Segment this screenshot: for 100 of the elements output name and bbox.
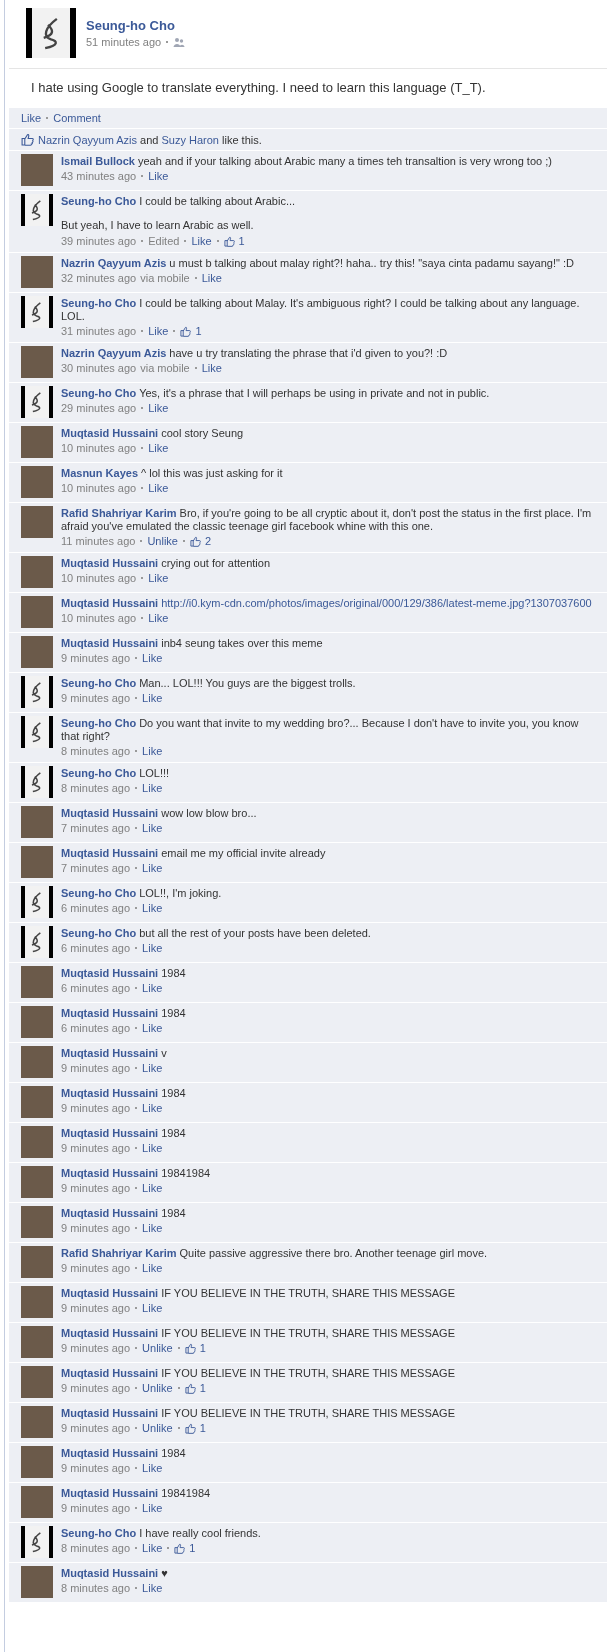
like-link[interactable]: Like [201, 271, 222, 285]
like-link[interactable]: Like [142, 1221, 163, 1235]
like-link[interactable]: Like [148, 481, 169, 495]
like-link[interactable]: Like [148, 571, 169, 585]
author-link[interactable]: Rafid Shahriyar Karim [61, 507, 177, 519]
author-link[interactable]: Muqtasid Hussaini [61, 1327, 159, 1339]
photo-placeholder[interactable] [21, 966, 53, 998]
like-link[interactable]: Like [142, 1501, 163, 1515]
photo-placeholder[interactable] [21, 1446, 53, 1478]
like-link[interactable]: Like [142, 1181, 163, 1195]
author-link[interactable]: Muqtasid Hussaini [61, 1167, 159, 1179]
photo-placeholder[interactable] [21, 1366, 53, 1398]
like-link[interactable]: Like [142, 1101, 163, 1115]
author-link[interactable]: Muqtasid Hussaini [61, 847, 159, 859]
author-link[interactable]: Masnun Kayes [61, 467, 139, 479]
photo-placeholder[interactable] [21, 1486, 53, 1518]
photo-placeholder[interactable] [21, 1086, 53, 1118]
author-link[interactable]: Muqtasid Hussaini [61, 1487, 159, 1499]
author-link[interactable]: Muqtasid Hussaini [61, 1447, 159, 1459]
photo-placeholder[interactable] [21, 596, 53, 628]
like-link[interactable]: Like [142, 651, 163, 665]
author-link[interactable]: Nazrin Qayyum Azis [61, 257, 167, 269]
author-link[interactable]: Muqtasid Hussaini [61, 967, 159, 979]
like-count[interactable]: 1 [199, 1341, 206, 1355]
avatar-image[interactable] [21, 296, 53, 328]
like-link[interactable]: Like [142, 1021, 163, 1035]
profile-link[interactable]: Suzy Haron [161, 133, 219, 146]
like-link[interactable]: Like [142, 1141, 163, 1155]
photo-placeholder[interactable] [21, 1206, 53, 1238]
photo-placeholder[interactable] [21, 346, 53, 378]
photo-placeholder[interactable] [21, 1326, 53, 1358]
author-link[interactable]: Muqtasid Hussaini [61, 1287, 159, 1299]
author-link[interactable]: Seung-ho Cho [61, 717, 137, 729]
avatar-image[interactable] [21, 676, 53, 708]
unlike-link[interactable]: Unlike [142, 1341, 173, 1355]
like-link[interactable]: Like [142, 744, 163, 758]
photo-placeholder[interactable] [21, 426, 53, 458]
like-link[interactable]: Like [148, 611, 169, 625]
author-link[interactable]: Muqtasid Hussaini [61, 557, 159, 569]
author-link[interactable]: Muqtasid Hussaini [61, 1407, 159, 1419]
unlike-link[interactable]: Unlike [147, 534, 178, 548]
photo-placeholder[interactable] [21, 1286, 53, 1318]
like-link[interactable]: Like [142, 981, 163, 995]
photo-placeholder[interactable] [21, 1046, 53, 1078]
avatar-image[interactable] [21, 766, 53, 798]
photo-placeholder[interactable] [21, 1166, 53, 1198]
author-link[interactable]: Muqtasid Hussaini [61, 597, 159, 609]
photo-placeholder[interactable] [21, 466, 53, 498]
author-link[interactable]: Seung-ho Cho [61, 887, 137, 899]
author-link[interactable]: Ismail Bullock [61, 155, 135, 167]
unlike-link[interactable]: Unlike [142, 1381, 173, 1395]
author-link[interactable]: Muqtasid Hussaini [61, 1007, 159, 1019]
like-link[interactable]: Like [142, 1581, 163, 1595]
like-link[interactable]: Like [21, 112, 42, 124]
photo-placeholder[interactable] [21, 806, 53, 838]
like-link[interactable]: Like [142, 1261, 163, 1275]
like-link[interactable]: Like [148, 441, 169, 455]
like-link[interactable]: Like [142, 691, 163, 705]
author-link[interactable]: Seung-ho Cho [61, 677, 137, 689]
like-link[interactable]: Like [142, 781, 163, 795]
author-link[interactable]: Seung-ho Cho [61, 387, 137, 399]
like-link[interactable]: Like [148, 324, 169, 338]
photo-placeholder[interactable] [21, 1406, 53, 1438]
avatar-image[interactable] [21, 386, 53, 418]
photo-placeholder[interactable] [21, 1126, 53, 1158]
author-link[interactable]: Seung-ho Cho [61, 195, 137, 207]
photo-placeholder[interactable] [21, 556, 53, 588]
like-link[interactable]: Like [142, 1301, 163, 1315]
avatar-image[interactable] [21, 716, 53, 748]
like-link[interactable]: Like [201, 361, 222, 375]
like-link[interactable]: Like [142, 1461, 163, 1475]
author-link[interactable]: Muqtasid Hussaini [61, 807, 159, 819]
photo-placeholder[interactable] [21, 846, 53, 878]
avatar-image[interactable] [26, 8, 76, 58]
profile-link[interactable]: Nazrin Qayyum Azis [38, 133, 138, 146]
author-link[interactable]: Rafid Shahriyar Karim [61, 1247, 177, 1259]
url-link[interactable]: http://i0.kym-cdn.com/photos/images/original/000/129/386/latest-meme.jpg?1307037600 [161, 597, 592, 609]
author-link[interactable]: Muqtasid Hussaini [61, 1367, 159, 1379]
photo-placeholder[interactable] [21, 1566, 53, 1598]
photo-placeholder[interactable] [21, 1006, 53, 1038]
like-count[interactable]: 1 [195, 324, 202, 338]
author-link[interactable]: Seung-ho Cho [86, 18, 186, 33]
like-link[interactable]: Like [142, 1541, 163, 1555]
author-link[interactable]: Seung-ho Cho [61, 767, 137, 779]
like-count[interactable]: 1 [238, 234, 245, 248]
photo-placeholder[interactable] [21, 1246, 53, 1278]
author-link[interactable]: Muqtasid Hussaini [61, 1127, 159, 1139]
avatar-image[interactable] [21, 886, 53, 918]
like-link[interactable]: Like [142, 821, 163, 835]
like-link[interactable]: Like [148, 401, 169, 415]
like-link[interactable]: Like [148, 169, 169, 183]
unlike-link[interactable]: Unlike [142, 1421, 173, 1435]
author-link[interactable]: Seung-ho Cho [61, 927, 137, 939]
like-count[interactable]: 1 [189, 1541, 196, 1555]
comment-link[interactable]: Comment [53, 112, 101, 124]
author-link[interactable]: Muqtasid Hussaini [61, 1207, 159, 1219]
like-link[interactable]: Like [191, 234, 212, 248]
author-link[interactable]: Muqtasid Hussaini [61, 1087, 159, 1099]
like-link[interactable]: Like [142, 941, 163, 955]
photo-placeholder[interactable] [21, 636, 53, 668]
